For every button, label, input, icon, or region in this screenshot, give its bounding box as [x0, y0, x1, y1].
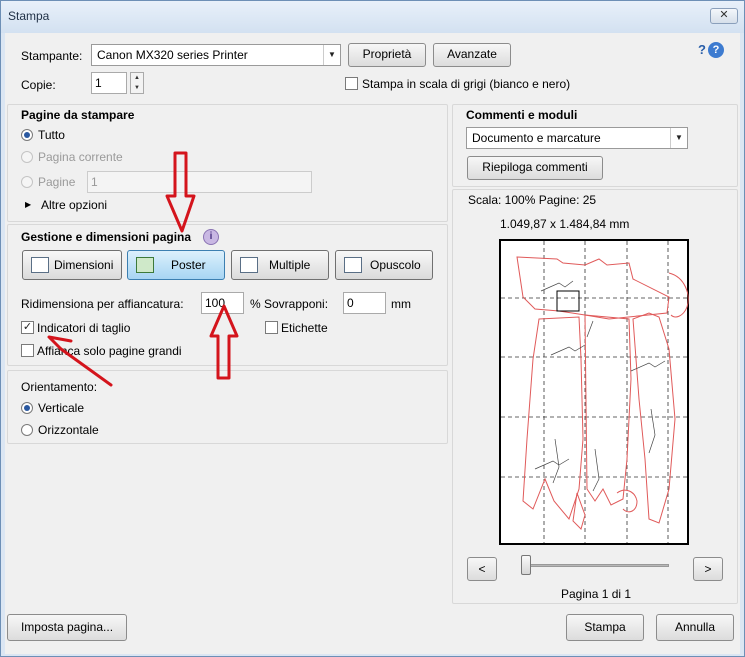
annotation-overlay — [47, 151, 239, 387]
red-arrow-diagonal-head — [47, 335, 73, 351]
red-arrow-up — [209, 304, 239, 380]
red-arrow-down — [165, 151, 196, 233]
print-dialog: Stampa ✕ Stampante: Canon MX320 series P… — [0, 0, 745, 657]
red-arrow-diagonal-shaft — [59, 347, 113, 387]
